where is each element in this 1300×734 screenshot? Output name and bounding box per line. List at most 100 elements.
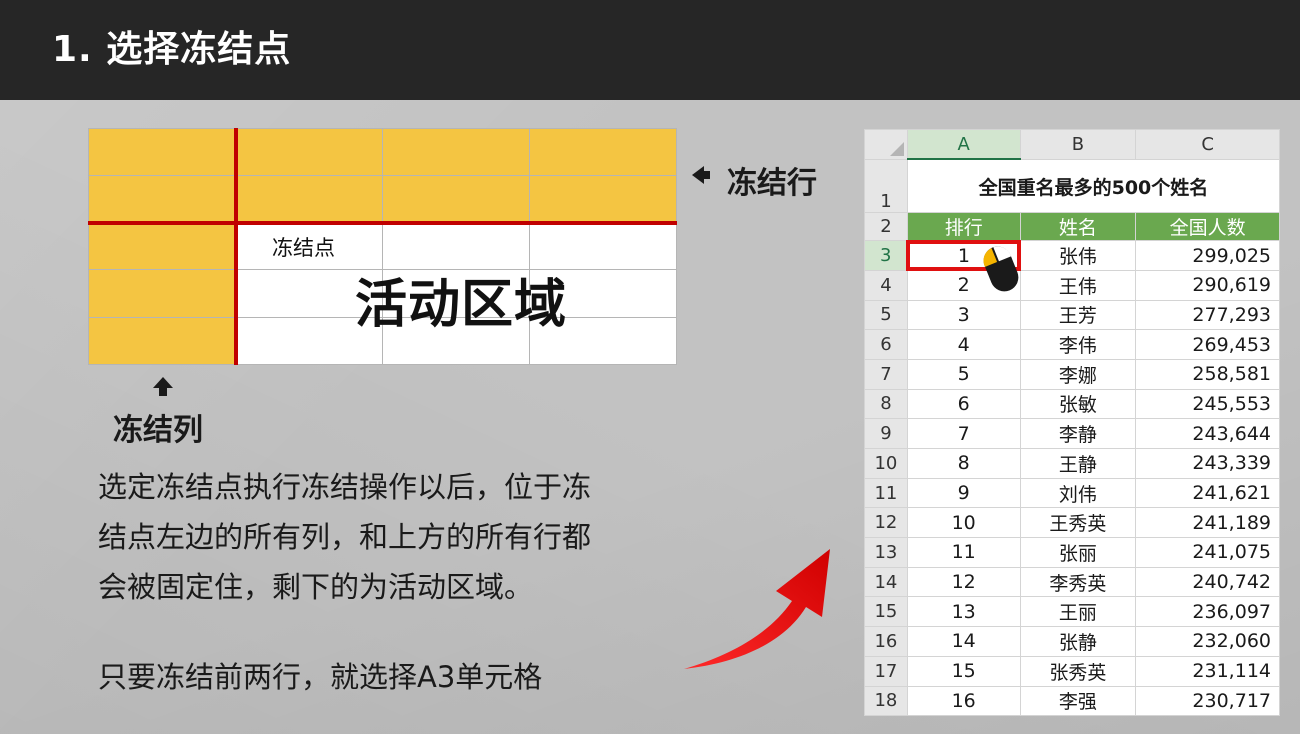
row-header[interactable]: 12	[864, 507, 908, 539]
table-row: 13 11 张丽 241,075	[864, 537, 1280, 568]
rank-cell[interactable]: 4	[906, 329, 1021, 360]
frozen-cell	[236, 128, 383, 176]
rank-cell[interactable]: 13	[906, 596, 1021, 628]
rank-cell[interactable]: 9	[906, 477, 1021, 509]
active-area-label: 活动区域	[355, 275, 568, 335]
rank-cell[interactable]: 6	[906, 388, 1021, 420]
title-bar: 1. 选择冻结点	[0, 0, 1300, 100]
table-row: 12 10 王秀英 241,189	[864, 507, 1280, 539]
column-header-a[interactable]: A	[906, 129, 1021, 161]
sheet-title-cell[interactable]: 全国重名最多的500个姓名	[906, 158, 1280, 214]
freeze-point-label: 冻结点	[272, 236, 335, 260]
table-row: 9 7 李静 243,644	[864, 418, 1280, 449]
frozen-cell	[529, 128, 677, 176]
row-header[interactable]: 1	[864, 158, 908, 214]
row-header[interactable]: 3	[864, 240, 909, 271]
frozen-cell	[88, 269, 237, 318]
count-cell[interactable]: 290,619	[1135, 269, 1280, 301]
name-cell[interactable]: 张秀英	[1019, 655, 1137, 687]
table-row: 16 14 张静 232,060	[864, 626, 1280, 657]
row-header[interactable]: 5	[864, 299, 908, 331]
name-cell[interactable]: 王丽	[1019, 596, 1137, 628]
row-header[interactable]: 17	[864, 655, 908, 687]
header-cell-rank[interactable]: 排行	[906, 212, 1021, 242]
column-header-b[interactable]: B	[1019, 129, 1137, 160]
name-cell[interactable]: 张敏	[1019, 388, 1137, 420]
name-cell[interactable]: 王伟	[1019, 269, 1137, 301]
table-row: 7 5 李娜 258,581	[864, 358, 1280, 390]
name-cell[interactable]: 王芳	[1019, 299, 1137, 331]
name-cell[interactable]: 李娜	[1019, 358, 1137, 390]
count-cell[interactable]: 230,717	[1135, 685, 1280, 716]
spreadsheet: A B C 1 全国重名最多的500个姓名 2 排行 姓名 全国人数 3 1 张伟 2…	[864, 129, 1280, 716]
rank-cell[interactable]: 5	[906, 358, 1021, 390]
table-row: 8 6 张敏 245,553	[864, 388, 1280, 420]
count-cell[interactable]: 240,742	[1135, 566, 1280, 598]
rank-cell[interactable]: 11	[906, 537, 1021, 568]
freeze-column-line	[234, 128, 238, 365]
arrow-up-icon	[153, 377, 173, 396]
row-header[interactable]: 9	[864, 418, 908, 449]
header-cell-name[interactable]: 姓名	[1019, 212, 1137, 242]
count-cell[interactable]: 236,097	[1135, 596, 1280, 628]
row-header[interactable]: 10	[864, 448, 908, 479]
count-cell[interactable]: 241,075	[1135, 537, 1280, 568]
count-cell[interactable]: 269,453	[1135, 329, 1280, 360]
row-header[interactable]: 7	[864, 358, 908, 390]
count-cell[interactable]: 245,553	[1135, 388, 1280, 420]
name-cell[interactable]: 李静	[1019, 418, 1137, 449]
rank-cell[interactable]: 3	[906, 299, 1021, 331]
count-cell[interactable]: 277,293	[1135, 299, 1280, 331]
name-cell[interactable]: 张伟	[1019, 240, 1137, 271]
description-line: 选定冻结点执行冻结操作以后，位于冻	[98, 470, 592, 504]
rank-cell[interactable]: 10	[906, 507, 1021, 539]
row-header[interactable]: 15	[864, 596, 908, 628]
rank-cell[interactable]: 7	[906, 418, 1021, 449]
row-header[interactable]: 6	[864, 329, 908, 360]
select-all-corner[interactable]	[864, 129, 908, 160]
name-cell[interactable]: 李秀英	[1019, 566, 1137, 598]
table-row: 18 16 李强 230,717	[864, 685, 1280, 716]
name-cell[interactable]: 王静	[1019, 448, 1137, 479]
row-header[interactable]: 16	[864, 626, 908, 657]
column-header-c[interactable]: C	[1135, 129, 1280, 160]
rank-cell[interactable]: 16	[906, 685, 1021, 716]
name-cell[interactable]: 张丽	[1019, 537, 1137, 568]
freeze-col-label: 冻结列	[113, 413, 203, 448]
table-row: 3 1 张伟 299,025	[864, 239, 1280, 272]
row-header[interactable]: 8	[864, 388, 908, 420]
rank-cell[interactable]: 14	[906, 626, 1021, 657]
row-header[interactable]: 18	[864, 685, 908, 716]
name-cell[interactable]: 刘伟	[1019, 477, 1137, 509]
name-cell[interactable]: 张静	[1019, 626, 1137, 657]
rank-cell[interactable]: 8	[906, 448, 1021, 479]
frozen-cell	[529, 175, 677, 223]
row-header[interactable]: 11	[864, 477, 908, 509]
count-cell[interactable]: 241,189	[1135, 507, 1280, 539]
row-header[interactable]: 4	[864, 269, 908, 301]
row-header[interactable]: 14	[864, 566, 908, 598]
name-cell[interactable]: 王秀英	[1019, 507, 1137, 539]
row-header[interactable]: 13	[864, 537, 908, 568]
count-cell[interactable]: 299,025	[1135, 240, 1280, 271]
rank-cell[interactable]: 12	[906, 566, 1021, 598]
red-arrow-icon	[684, 549, 830, 669]
count-cell[interactable]: 232,060	[1135, 626, 1280, 657]
count-cell[interactable]: 258,581	[1135, 358, 1280, 390]
description: 选定冻结点执行冻结操作以后，位于冻 结点左边的所有列，和上方的所有行都 会被固定…	[98, 462, 678, 612]
table-row: 11 9 刘伟 241,621	[864, 477, 1280, 509]
table-row: 6 4 李伟 269,453	[864, 329, 1280, 360]
rank-cell[interactable]: 15	[906, 655, 1021, 687]
count-cell[interactable]: 243,644	[1135, 418, 1280, 449]
frozen-cell	[88, 128, 237, 176]
header-cell-count[interactable]: 全国人数	[1135, 212, 1280, 242]
count-cell[interactable]: 243,339	[1135, 448, 1280, 479]
table-row: 4 2 王伟 290,619	[864, 269, 1280, 301]
row-header[interactable]: 2	[864, 212, 908, 242]
name-cell[interactable]: 李伟	[1019, 329, 1137, 360]
count-cell[interactable]: 231,114	[1135, 655, 1280, 687]
count-cell[interactable]: 241,621	[1135, 477, 1280, 509]
frozen-cell	[88, 317, 237, 365]
name-cell[interactable]: 李强	[1019, 685, 1137, 716]
description-line: 会被固定住，剩下的为活动区域。	[98, 570, 534, 604]
